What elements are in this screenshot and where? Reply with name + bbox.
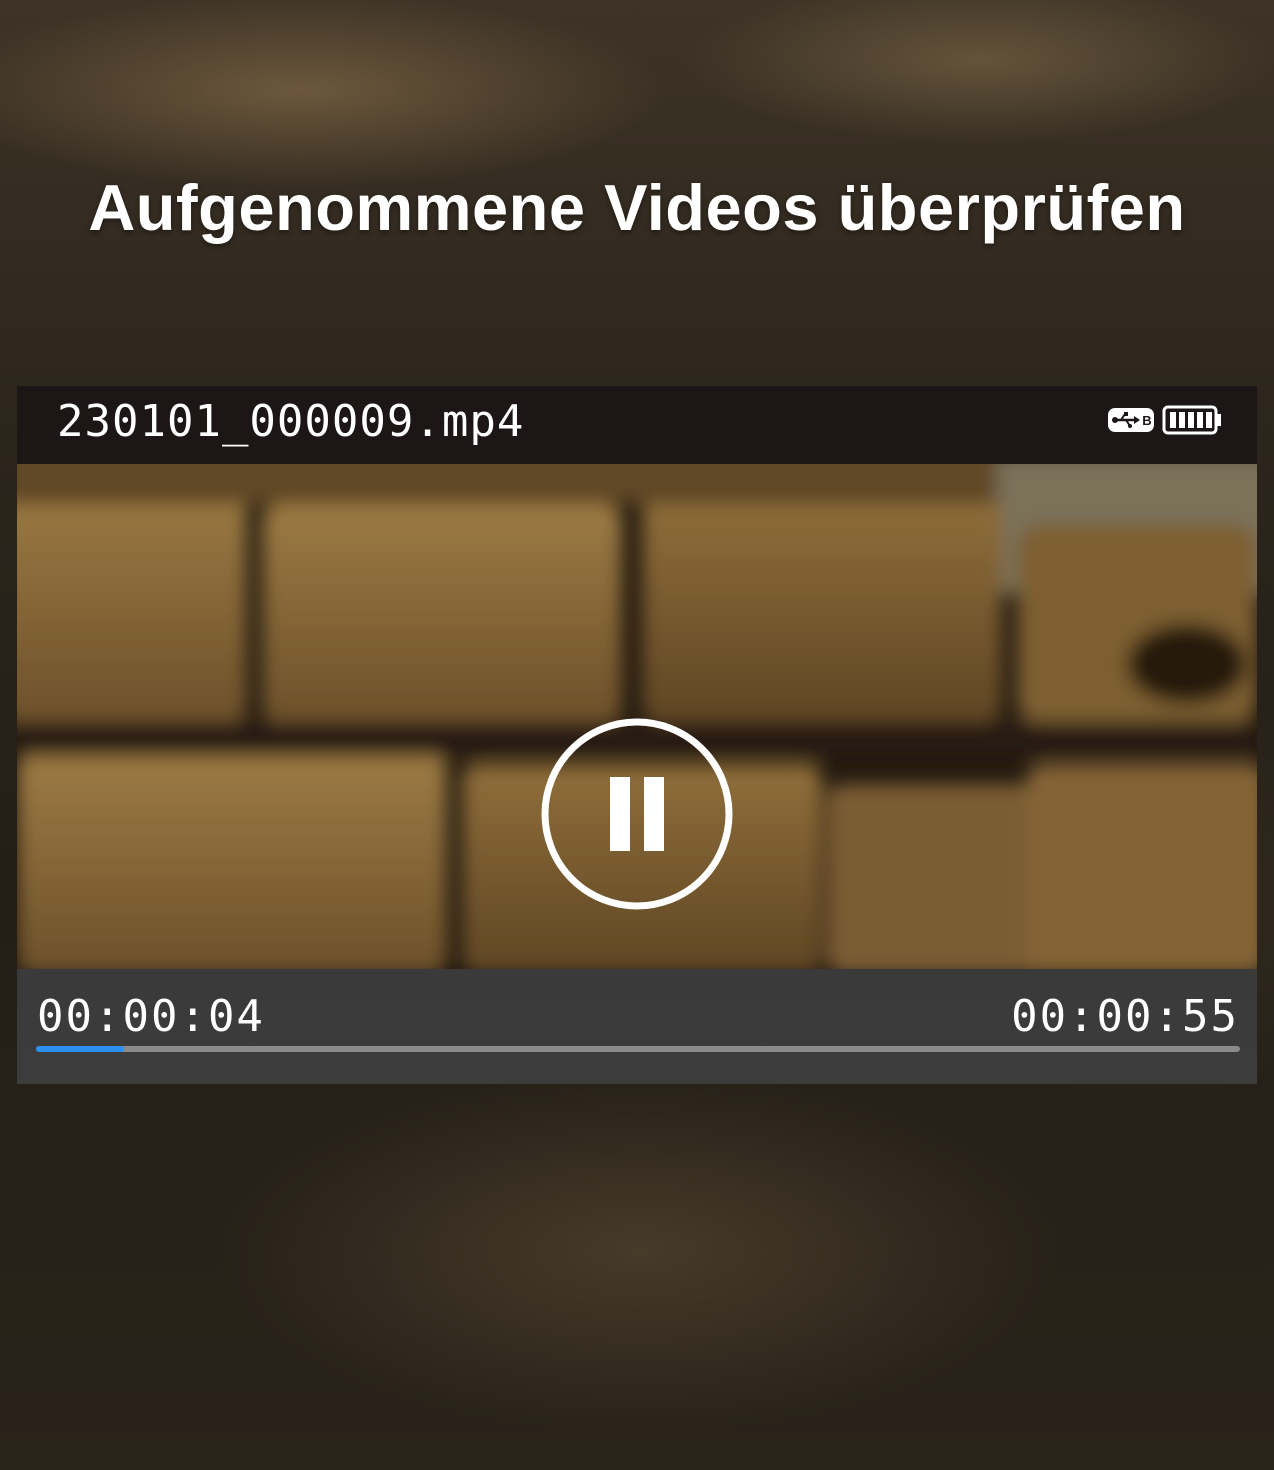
usb-icon: B [1108,408,1154,432]
current-time: 00:00:04 [37,991,265,1042]
pause-icon [541,718,733,910]
battery-full-icon [1162,405,1221,435]
player-control-bar: 00:00:04 00:00:55 [17,969,1257,1084]
pause-button[interactable] [540,717,734,911]
video-filename: 230101_000009.mp4 [57,396,525,447]
progress-bar[interactable] [36,1046,1240,1052]
video-frame[interactable] [17,464,1257,969]
player-top-bar: 230101_000009.mp4 B [17,386,1257,464]
total-duration: 00:00:55 [1011,991,1239,1042]
video-player: 230101_000009.mp4 B 00:00:04 00:00:55 [17,386,1257,1084]
page-headline: Aufgenommene Videos überprüfen [88,171,1186,244]
progress-bar-fill [36,1046,124,1052]
usb-label: B [1142,413,1151,428]
